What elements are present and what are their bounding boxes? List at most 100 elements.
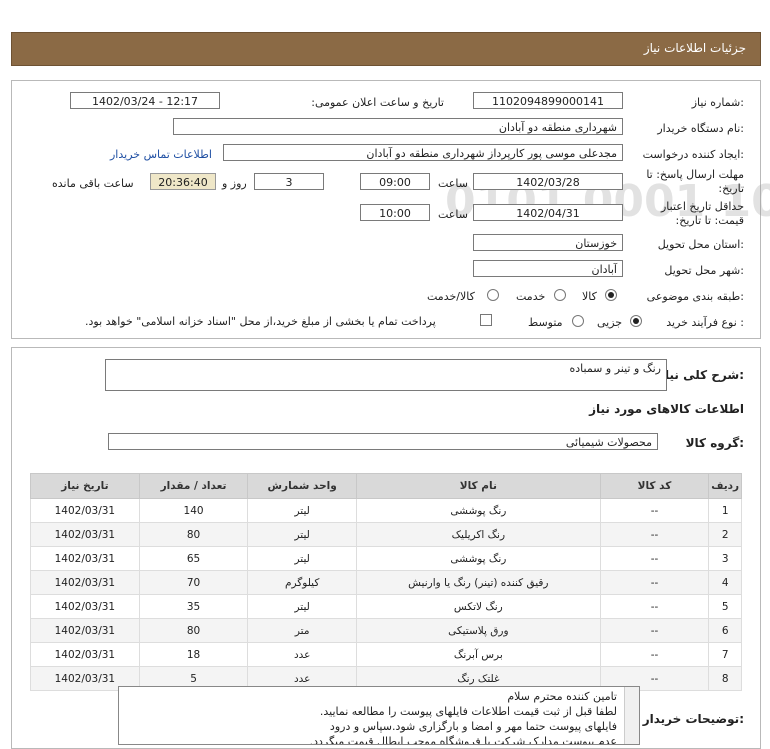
item-quantity: 65	[138, 546, 249, 571]
row-number: 2	[708, 522, 742, 547]
process-radio-medium[interactable]	[572, 315, 584, 327]
category-option-service: خدمت	[516, 290, 546, 303]
category-option-goods-service: کالا/خدمت	[427, 290, 475, 303]
days-label: روز و	[222, 177, 247, 190]
table-row: 6 -- ورق پلاستیکی متر 80 1402/03/31	[30, 618, 742, 643]
creator-label: ایجاد کننده درخواست:	[642, 148, 744, 161]
validity-label: حداقل تاریخ اعتبار قیمت: تا تاریخ:	[660, 200, 744, 227]
item-unit: لیتر	[247, 522, 357, 547]
buyer-org-field: شهرداری منطقه دو آبادان	[173, 118, 623, 135]
table-row: 1 -- رنگ پوششی لیتر 140 1402/03/31	[30, 498, 742, 523]
col-item-code: کد کالا	[599, 473, 710, 499]
process-radio-minor[interactable]	[630, 315, 642, 327]
item-name: ورق پلاستیکی	[356, 618, 601, 643]
item-quantity: 80	[138, 522, 249, 547]
item-quantity: 70	[138, 570, 249, 595]
remaining-label: ساعت باقی مانده	[52, 177, 134, 190]
province-label: استان محل تحویل:	[657, 238, 744, 251]
item-name: رقیق کننده (تینر) رنگ یا وارنیش	[356, 570, 601, 595]
province-field: خوزستان	[473, 234, 623, 251]
treasury-payment-checkbox[interactable]	[480, 314, 492, 326]
category-radio-goods-service[interactable]	[487, 289, 499, 301]
need-summary-field: رنگ و تینر و سمباده	[105, 359, 667, 391]
item-name: رنگ لاتکس	[356, 594, 601, 619]
item-code: --	[599, 546, 710, 571]
process-type-label: نوع فرآیند خرید :	[666, 316, 744, 329]
row-number: 6	[708, 618, 742, 643]
deadline-time-field: 09:00	[360, 173, 430, 190]
buyer-notes-line: فایلهای پیوست حتما مهر و امضا و بارگزاری…	[329, 720, 617, 733]
validity-date-field: 1402/04/31	[473, 204, 623, 221]
item-quantity: 140	[138, 498, 249, 523]
contact-buyer-link[interactable]: اطلاعات تماس خریدار	[110, 148, 212, 161]
item-need-date: 1402/03/31	[30, 594, 140, 619]
item-unit: لیتر	[247, 546, 357, 571]
item-unit: کیلوگرم	[247, 570, 357, 595]
row-number: 5	[708, 594, 742, 619]
table-row: 5 -- رنگ لاتکس لیتر 35 1402/03/31	[30, 594, 742, 619]
buyer-notes-line: لطفا قبل از ثبت قیمت اطلاعات فایلهای پیو…	[319, 705, 617, 718]
row-number: 1	[708, 498, 742, 523]
validity-time-field: 10:00	[360, 204, 430, 221]
item-need-date: 1402/03/31	[30, 570, 140, 595]
process-option-medium: متوسط	[528, 316, 563, 329]
item-quantity: 35	[138, 594, 249, 619]
goods-group-label: گروه کالا:	[685, 436, 744, 450]
col-row-number: ردیف	[708, 473, 742, 499]
item-unit: لیتر	[247, 594, 357, 619]
item-name: رنگ پوششی	[356, 498, 601, 523]
table-row: 3 -- رنگ پوششی لیتر 65 1402/03/31	[30, 546, 742, 571]
buyer-notes-textarea[interactable]: تامین کننده محترم سلام لطفا قبل از ثبت ق…	[118, 686, 640, 745]
treasury-payment-note: پرداخت تمام یا بخشی از مبلغ خرید،از محل …	[85, 315, 436, 328]
deadline-time-label: ساعت	[438, 177, 468, 190]
days-remaining-field: 3	[254, 173, 324, 190]
announce-date-field: 1402/03/24 - 12:17	[70, 92, 220, 109]
category-radio-goods[interactable]	[605, 289, 617, 301]
buyer-notes-line: عدم پیوست مدارک شرکت یا فروشگاه موجب ابط…	[309, 735, 617, 745]
row-number: 4	[708, 570, 742, 595]
item-need-date: 1402/03/31	[30, 618, 140, 643]
col-quantity: تعداد / مقدار	[138, 473, 249, 499]
category-option-goods: کالا	[582, 290, 597, 303]
item-quantity: 80	[138, 618, 249, 643]
item-unit: لیتر	[247, 498, 357, 523]
item-need-date: 1402/03/31	[30, 498, 140, 523]
buyer-notes-scrollbar[interactable]	[624, 687, 639, 744]
item-name: برس آبرنگ	[356, 642, 601, 667]
announce-label: تاریخ و ساعت اعلان عمومی:	[311, 96, 444, 109]
col-item-name: نام کالا	[356, 473, 601, 499]
item-quantity: 18	[138, 642, 249, 667]
need-number-field: 1102094899000141	[473, 92, 623, 109]
table-header-row: ردیف کد کالا نام کالا واحد شمارش تعداد /…	[30, 473, 742, 499]
deadline-date-field: 1402/03/28	[473, 173, 623, 190]
item-unit: متر	[247, 618, 357, 643]
item-code: --	[599, 570, 710, 595]
item-need-date: 1402/03/31	[30, 546, 140, 571]
city-label: شهر محل تحویل:	[664, 264, 744, 277]
item-code: --	[599, 498, 710, 523]
table-row: 7 -- برس آبرنگ عدد 18 1402/03/31	[30, 642, 742, 667]
deadline-label: مهلت ارسال پاسخ: تا تاریخ:	[646, 168, 744, 195]
item-code: --	[599, 642, 710, 667]
item-unit: عدد	[247, 642, 357, 667]
creator-field: مجدعلی موسی پور کارپرداز شهرداری منطقه د…	[223, 144, 623, 161]
item-need-date: 1402/03/31	[30, 642, 140, 667]
need-number-label: شماره نیاز:	[691, 96, 744, 109]
city-field: آبادان	[473, 260, 623, 277]
remaining-time-timer: 20:36:40	[150, 173, 216, 190]
buyer-org-label: نام دستگاه خریدار:	[657, 122, 744, 135]
item-need-date: 1402/03/31	[30, 522, 140, 547]
item-name: رنگ پوششی	[356, 546, 601, 571]
item-code: --	[599, 522, 710, 547]
validity-time-label: ساعت	[438, 208, 468, 221]
item-name: رنگ اکریلیک	[356, 522, 601, 547]
category-label: طبقه بندی موضوعی:	[646, 290, 744, 303]
category-radio-service[interactable]	[554, 289, 566, 301]
col-unit: واحد شمارش	[247, 473, 357, 499]
goods-info-title: اطلاعات کالاهای مورد نیاز	[589, 402, 744, 416]
goods-table: ردیف کد کالا نام کالا واحد شمارش تعداد /…	[30, 473, 742, 691]
item-code: --	[599, 594, 710, 619]
page-title: جزئیات اطلاعات نیاز	[643, 41, 746, 55]
item-code: --	[599, 618, 710, 643]
row-number: 3	[708, 546, 742, 571]
